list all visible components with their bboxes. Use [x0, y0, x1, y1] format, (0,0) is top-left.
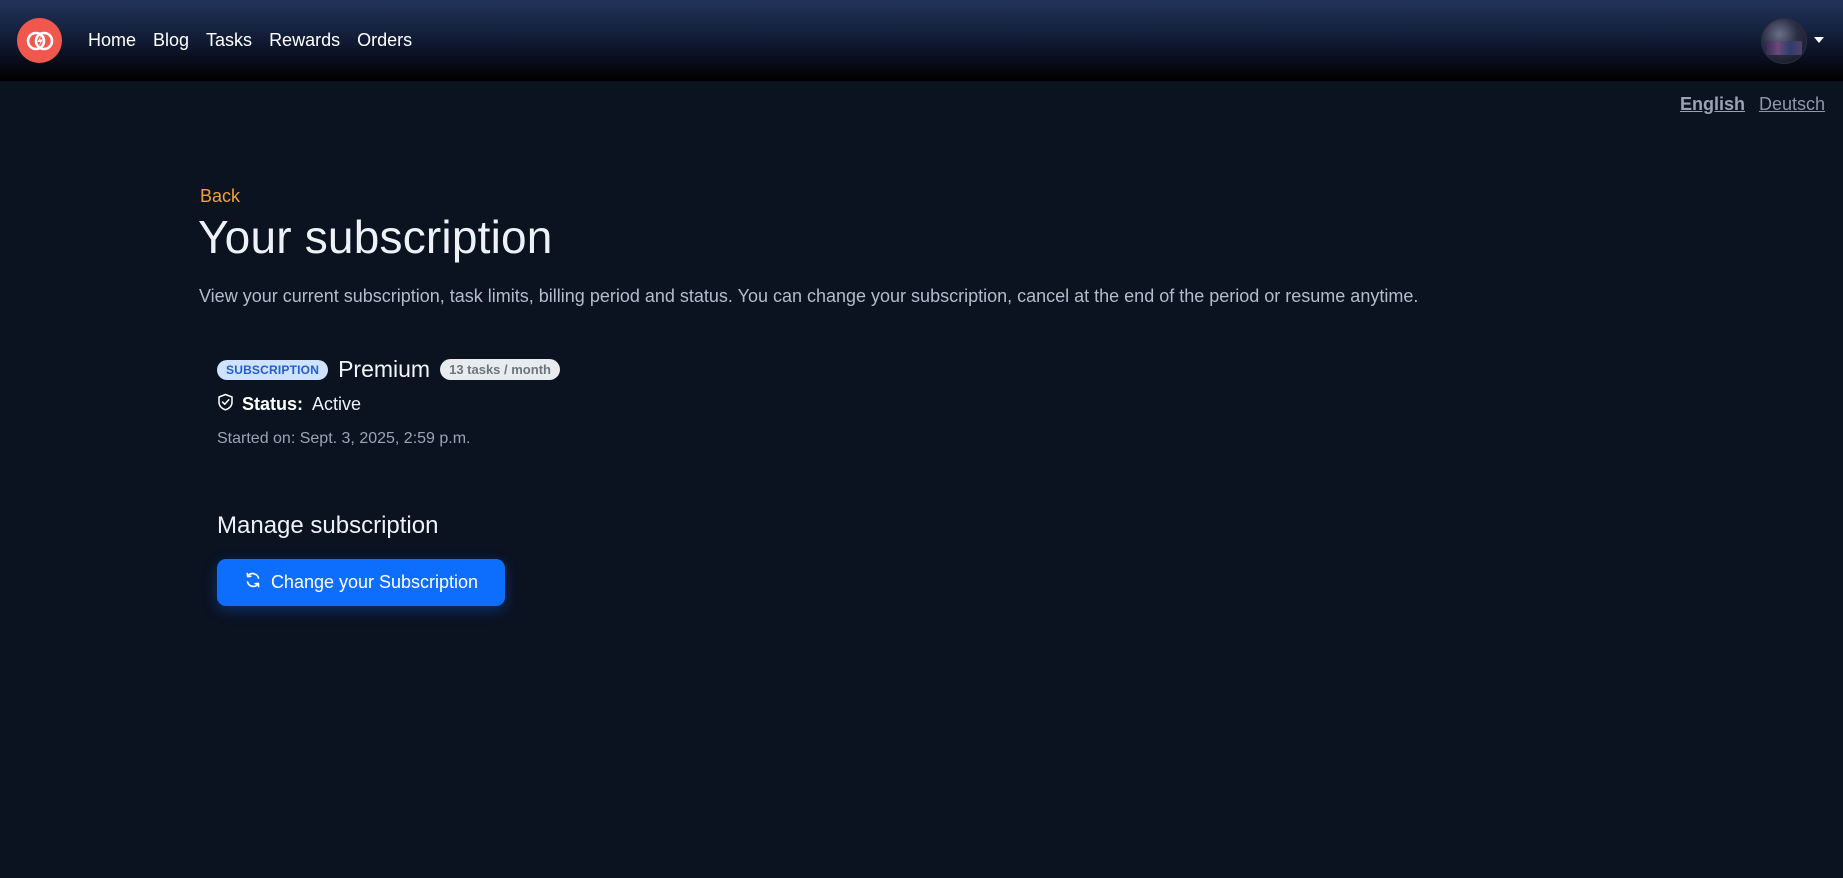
- language-deutsch-link[interactable]: Deutsch: [1759, 94, 1825, 115]
- subscription-badge: SUBSCRIPTION: [217, 359, 329, 380]
- change-subscription-label: Change your Subscription: [270, 572, 479, 592]
- nav-home[interactable]: Home: [88, 28, 136, 52]
- shield-check-icon: [217, 393, 234, 416]
- page-description: View your current subscription, task lim…: [199, 286, 1419, 306]
- nav-rewards[interactable]: Rewards: [269, 28, 340, 52]
- change-subscription-button[interactable]: Change your Subscription: [217, 559, 505, 606]
- brand-logo-icon[interactable]: [17, 18, 62, 63]
- subscription-summary: SUBSCRIPTION Premium 13 tasks / month: [217, 356, 560, 383]
- plan-name: Premium: [338, 356, 431, 382]
- user-avatar[interactable]: [1761, 18, 1807, 64]
- page-title: Your subscription: [198, 211, 553, 263]
- language-english-link[interactable]: English: [1680, 94, 1745, 115]
- manage-subscription-heading: Manage subscription: [217, 512, 439, 539]
- tasks-limit-badge: 13 tasks / month: [440, 359, 560, 380]
- refresh-icon: [244, 571, 262, 594]
- status-row: Status: Active: [217, 393, 361, 416]
- back-link[interactable]: Back: [200, 186, 240, 207]
- main-nav: Home Blog Tasks Rewards Orders: [88, 28, 429, 52]
- caret-down-icon[interactable]: [1814, 37, 1824, 43]
- nav-tasks[interactable]: Tasks: [206, 28, 252, 52]
- nav-blog[interactable]: Blog: [153, 28, 189, 52]
- avatar-image: [1766, 41, 1802, 55]
- nav-orders[interactable]: Orders: [357, 28, 412, 52]
- status-value: Active: [312, 394, 362, 414]
- status-label: Status:: [242, 394, 304, 414]
- started-on-text: Started on: Sept. 3, 2025, 2:59 p.m.: [217, 430, 471, 447]
- top-navbar: Home Blog Tasks Rewards Orders: [0, 0, 1843, 81]
